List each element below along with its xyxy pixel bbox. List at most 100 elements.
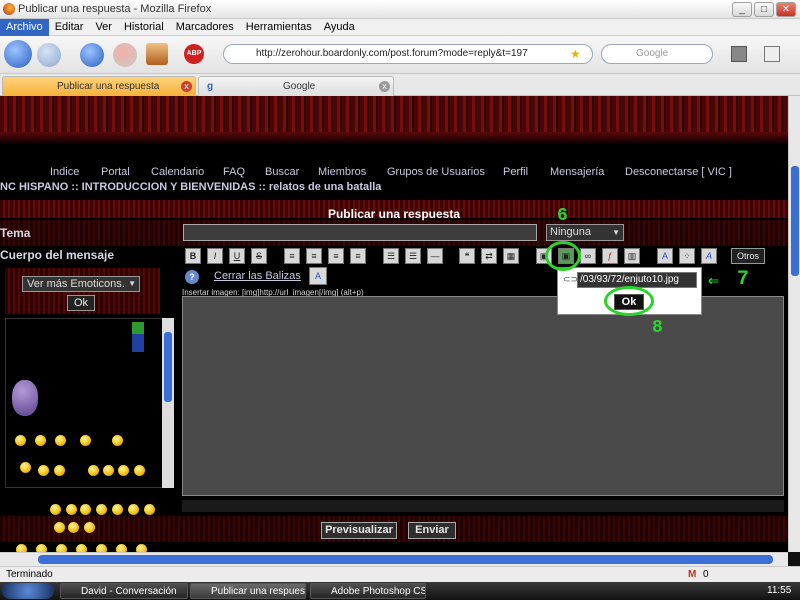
hr-icon[interactable]: —	[427, 248, 443, 264]
align-left-icon[interactable]: ≡	[284, 248, 300, 264]
help-icon[interactable]: ?	[185, 270, 199, 284]
scroll-thumb[interactable]	[164, 332, 172, 402]
smiley-emoticon[interactable]	[118, 465, 129, 476]
menu-editar[interactable]: Editar	[49, 19, 90, 36]
post-icon-select[interactable]: Ninguna ▼	[546, 224, 624, 241]
menu-ver[interactable]: Ver	[89, 19, 118, 36]
tab-close-icon[interactable]: x	[379, 81, 390, 92]
smiley-emoticon[interactable]	[55, 435, 66, 446]
menu-archivo[interactable]: Archivo	[0, 19, 49, 36]
smiley-emoticon[interactable]	[20, 462, 31, 473]
maximize-button[interactable]: □	[754, 2, 774, 17]
start-button[interactable]	[2, 583, 54, 599]
taskbar-item-photoshop[interactable]: Adobe Photoshop CS3	[310, 583, 426, 599]
tab-close-icon[interactable]: x	[181, 81, 192, 92]
send-button[interactable]: Enviar	[408, 522, 456, 539]
grid-icon[interactable]: ⁘	[679, 248, 695, 264]
page-horizontal-scrollbar[interactable]	[0, 552, 788, 566]
smiley-emoticon[interactable]	[66, 504, 77, 515]
luigi-emoticon[interactable]	[132, 322, 144, 352]
close-button[interactable]: ✕	[776, 2, 796, 17]
align-right-icon[interactable]: ≡	[328, 248, 344, 264]
flash-icon[interactable]: ƒ	[602, 248, 618, 264]
smiley-emoticon[interactable]	[103, 465, 114, 476]
font-size-icon[interactable]: A	[309, 267, 327, 285]
page-icon[interactable]	[731, 46, 747, 62]
taskbar-item-firefox[interactable]: Publicar una respuest...	[190, 583, 306, 599]
menu-ayuda[interactable]: Ayuda	[318, 19, 361, 36]
smiley-emoticon[interactable]	[35, 435, 46, 446]
smiley-emoticon[interactable]	[50, 504, 61, 515]
smiley-emoticon[interactable]	[15, 435, 26, 446]
menu-marcadores[interactable]: Marcadores	[170, 19, 240, 36]
smiley-emoticon[interactable]	[136, 544, 147, 552]
smiley-emoticon[interactable]	[54, 522, 65, 533]
forward-button[interactable]	[37, 43, 61, 67]
font-color-icon[interactable]: A	[657, 248, 673, 264]
message-textarea[interactable]	[182, 296, 784, 496]
code-icon[interactable]: ⇄	[481, 248, 497, 264]
smiley-emoticon[interactable]	[56, 544, 67, 552]
smiley-emoticon[interactable]	[84, 522, 95, 533]
stop-button[interactable]	[113, 43, 137, 67]
back-button[interactable]	[4, 40, 32, 68]
search-input[interactable]: Google	[601, 44, 713, 64]
subject-input[interactable]	[183, 224, 537, 241]
adblock-icon[interactable]: ABP	[184, 44, 204, 64]
list-number-icon[interactable]: ☰	[405, 248, 421, 264]
bookmark-star-icon[interactable]: ★	[570, 47, 581, 61]
nav-calendario[interactable]: Calendario	[151, 166, 204, 178]
menu-herramientas[interactable]: Herramientas	[240, 19, 318, 36]
tab-publicar[interactable]: Publicar una respuesta x	[2, 76, 196, 96]
table-icon[interactable]: ▦	[503, 248, 519, 264]
bold-button[interactable]: B	[185, 248, 201, 264]
smiley-emoticon[interactable]	[96, 504, 107, 515]
smiley-emoticon[interactable]	[68, 522, 79, 533]
smiley-emoticon[interactable]	[36, 544, 47, 552]
cerrar-balizas-link[interactable]: Cerrar las Balizas	[214, 270, 301, 282]
align-center-icon[interactable]: ≡	[306, 248, 322, 264]
nav-mensajeria[interactable]: Mensajería	[550, 166, 604, 178]
home-icon[interactable]	[146, 43, 168, 65]
purple-monster-emoticon[interactable]	[12, 380, 38, 416]
preview-button[interactable]: Previsualizar	[321, 522, 397, 539]
smiley-emoticon[interactable]	[54, 465, 65, 476]
smiley-emoticon[interactable]	[16, 544, 27, 552]
smiley-emoticon[interactable]	[80, 435, 91, 446]
nav-portal[interactable]: Portal	[101, 166, 130, 178]
taskbar-item-conversation[interactable]: David - Conversación	[60, 583, 188, 599]
font-face-icon[interactable]: A	[701, 248, 717, 264]
nav-perfil[interactable]: Perfil	[503, 166, 528, 178]
nav-miembros[interactable]: Miembros	[318, 166, 366, 178]
nav-indice[interactable]: Indice	[50, 166, 79, 178]
smiley-emoticon[interactable]	[88, 465, 99, 476]
tools-icon[interactable]	[764, 46, 780, 62]
quote-icon[interactable]: ❝	[459, 248, 475, 264]
underline-button[interactable]: U	[229, 248, 245, 264]
list-bullet-icon[interactable]: ☰	[383, 248, 399, 264]
nav-desconectarse[interactable]: Desconectarse [ VIC ]	[625, 166, 732, 178]
strike-button[interactable]: S	[251, 248, 267, 264]
smiley-emoticon[interactable]	[112, 435, 123, 446]
emoticons-select[interactable]: Ver más Emoticons. ▼	[22, 276, 140, 292]
minimize-button[interactable]: _	[732, 2, 752, 17]
url-bar[interactable]: http://zerohour.boardonly.com/post.forum…	[223, 44, 593, 64]
emoticons-ok-button[interactable]: Ok	[67, 295, 95, 311]
reload-button[interactable]	[80, 43, 104, 67]
tab-google[interactable]: g Google x	[198, 76, 394, 96]
otros-button[interactable]: Otros	[731, 248, 765, 264]
smiley-emoticon[interactable]	[128, 504, 139, 515]
breadcrumb[interactable]: NC HISPANO :: INTRODUCCION Y BIENVENIDAS…	[0, 181, 381, 193]
smiley-emoticon[interactable]	[134, 465, 145, 476]
nav-buscar[interactable]: Buscar	[265, 166, 299, 178]
nav-faq[interactable]: FAQ	[223, 166, 245, 178]
image-url-input[interactable]: /03/93/72/enjuto10.jpg	[577, 272, 697, 288]
smiley-emoticon[interactable]	[80, 504, 91, 515]
scroll-thumb[interactable]	[38, 555, 773, 564]
smiley-emoticon[interactable]	[116, 544, 127, 552]
smiley-emoticon[interactable]	[112, 504, 123, 515]
smiley-emoticon[interactable]	[144, 504, 155, 515]
align-justify-icon[interactable]: ≡	[350, 248, 366, 264]
page-vertical-scrollbar[interactable]	[788, 96, 800, 552]
smiley-emoticon[interactable]	[38, 465, 49, 476]
